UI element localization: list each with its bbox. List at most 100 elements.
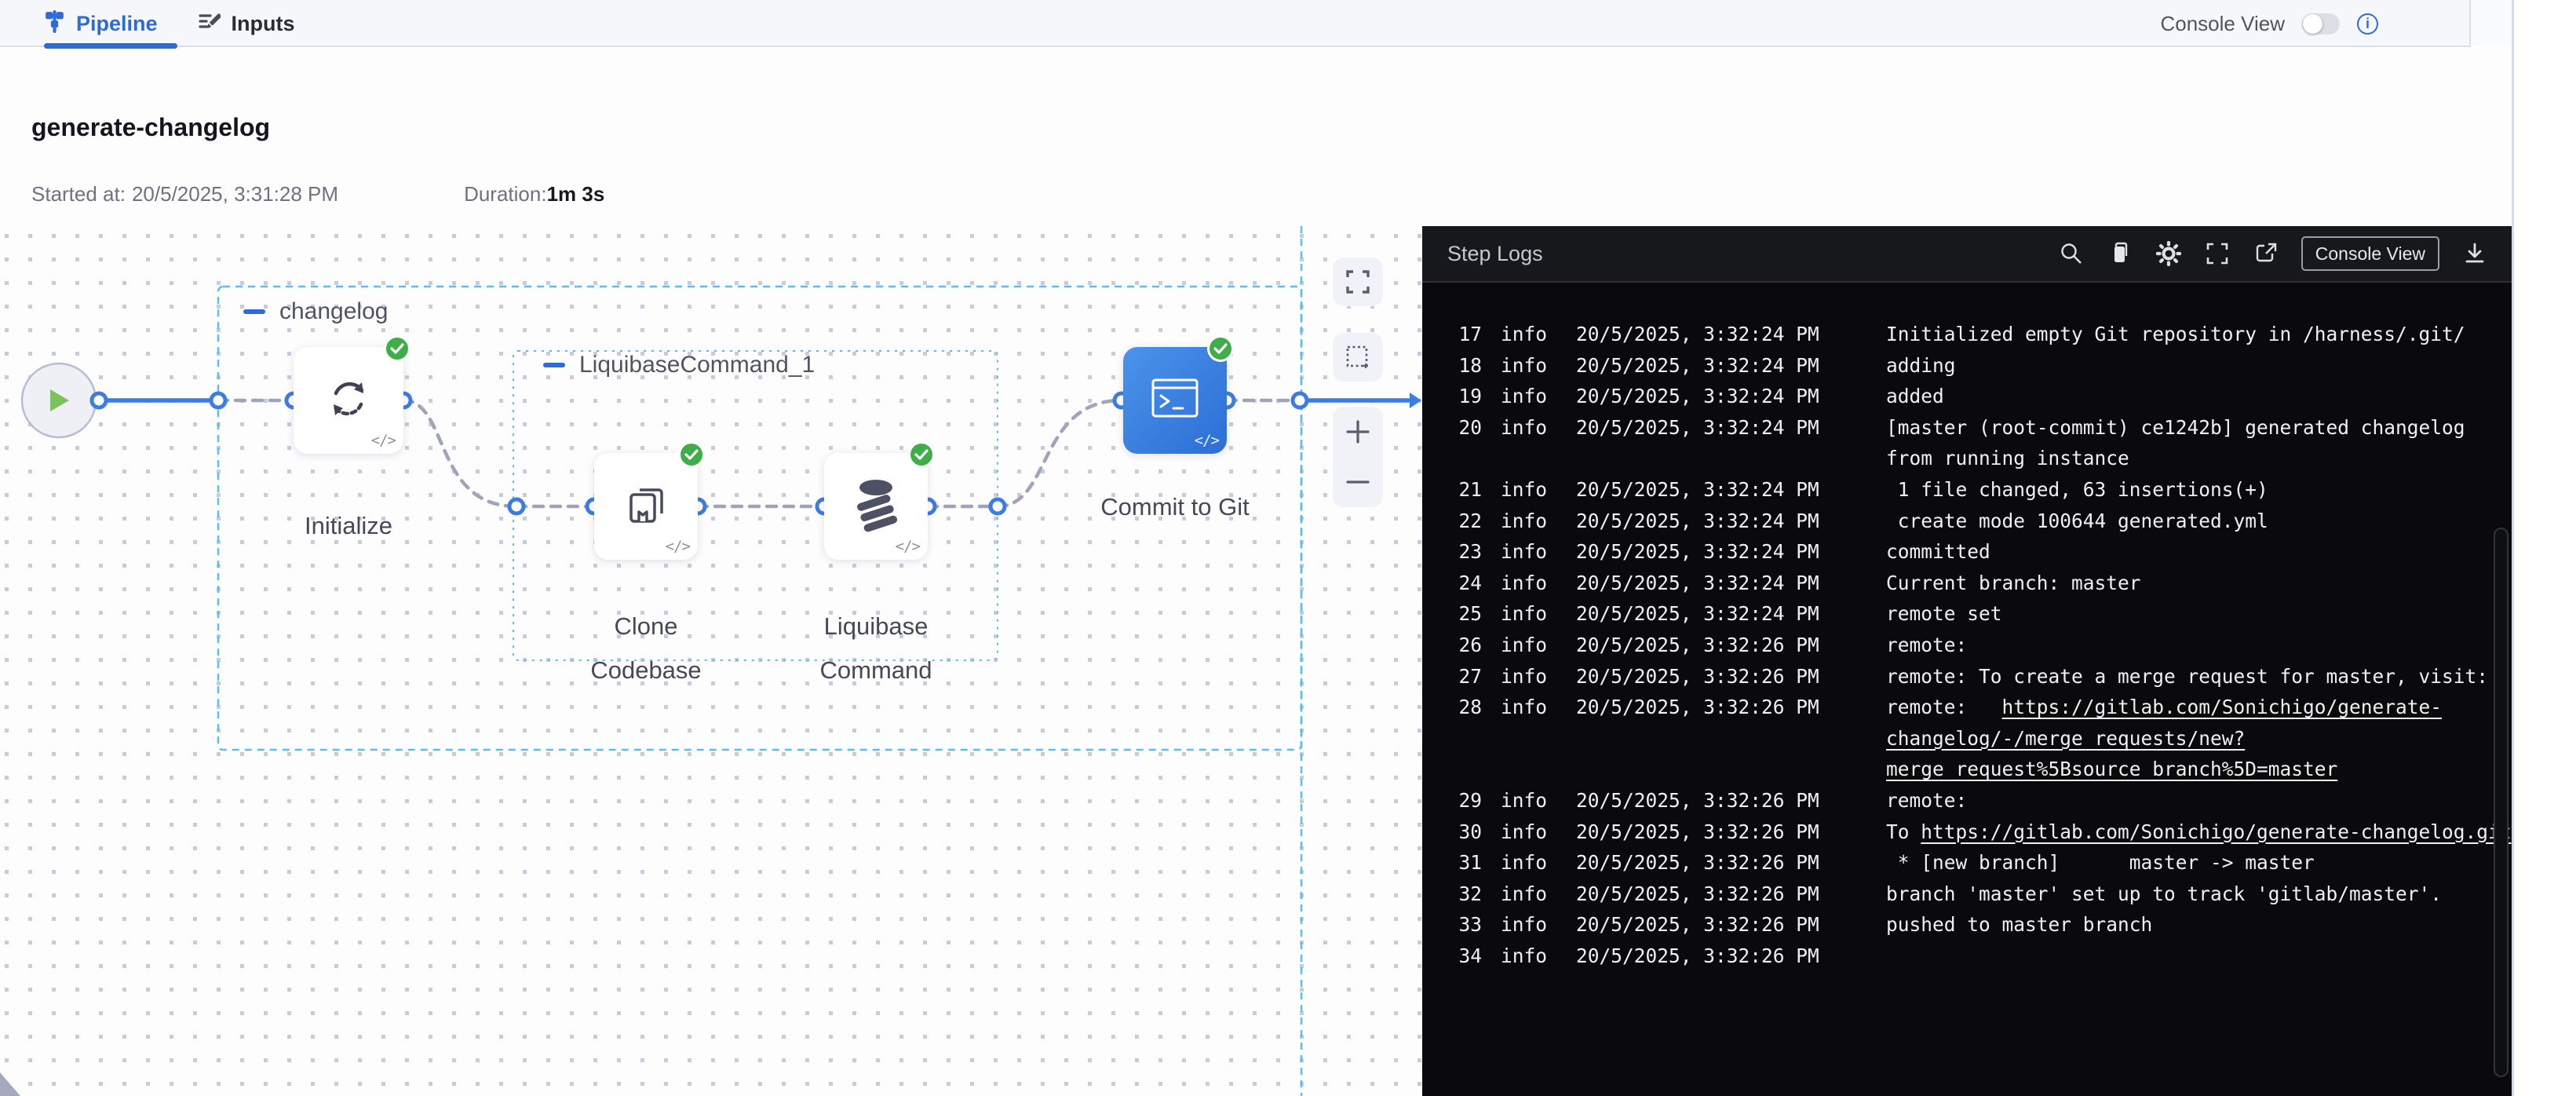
log-level: info [1501, 598, 1563, 630]
log-line-number: 27 [1457, 661, 1482, 692]
log-line-number: 23 [1457, 536, 1482, 568]
log-level: info [1501, 692, 1563, 723]
log-message: create mode 100644 generated.yml [1886, 506, 2512, 537]
expand-logs-icon[interactable] [2204, 240, 2231, 267]
log-timestamp: 20/5/2025, 3:32:26 PM [1576, 909, 1874, 941]
tab-pipeline[interactable]: Pipeline [44, 0, 158, 47]
pipeline-name: generate-changelog [31, 113, 270, 142]
log-line-number: 33 [1457, 909, 1482, 941]
log-message: adding [1886, 350, 2512, 382]
log-level: info [1501, 661, 1563, 692]
group-name[interactable]: LiquibaseCommand_1 [579, 352, 815, 378]
log-row: 18info20/5/2025, 3:32:24 PMadding [1457, 350, 2512, 382]
log-timestamp: 20/5/2025, 3:32:26 PM [1576, 817, 1874, 848]
download-logs-icon[interactable] [2461, 240, 2488, 267]
zoom-out-button[interactable] [1345, 469, 1371, 495]
log-text: remote: [1886, 634, 1967, 656]
log-message: committed [1886, 536, 2512, 568]
log-timestamp: 20/5/2025, 3:32:24 PM [1576, 506, 1874, 537]
success-badge [908, 441, 935, 468]
log-message: Current branch: master [1886, 568, 2512, 599]
log-row: 21info20/5/2025, 3:32:24 PM 1 file chang… [1457, 474, 2512, 506]
log-lines: 17info20/5/2025, 3:32:24 PMInitialized e… [1422, 284, 2512, 1096]
execution-header: generate-changelog Started at: 20/5/2025… [0, 49, 2512, 226]
canvas-fullscreen-button[interactable] [1333, 258, 1383, 306]
open-in-new-icon[interactable] [2253, 240, 2279, 267]
log-timestamp: 20/5/2025, 3:32:26 PM [1576, 630, 1874, 661]
pipeline-tab-icon [44, 10, 65, 38]
node-clone-codebase[interactable]: </> [594, 453, 698, 560]
zoom-in-button[interactable] [1345, 418, 1371, 445]
tab-inputs-label: Inputs [232, 12, 295, 36]
duration-value: 1m 3s [547, 182, 605, 206]
log-text: create mode 100644 generated.yml [1886, 510, 2268, 532]
collapse-group-icon[interactable] [543, 363, 565, 367]
yaml-chip: </> [896, 538, 920, 555]
log-message: To https://gitlab.com/Sonichigo/generate… [1886, 817, 2512, 848]
log-text: * [new branch] master -> master [1886, 851, 2315, 874]
log-text: remote: To create a merge request for ma… [1886, 665, 2488, 688]
gear-icon[interactable] [2155, 240, 2182, 267]
log-timestamp: 20/5/2025, 3:32:24 PM [1576, 598, 1874, 630]
log-scrollbar-thumb[interactable] [2494, 528, 2508, 1077]
stage-name[interactable]: changelog [279, 298, 388, 325]
log-level: info [1501, 319, 1563, 350]
copy-icon[interactable] [2107, 240, 2133, 267]
log-text: 1 file changed, 63 insertions(+) [1886, 478, 2268, 501]
log-message: remote: https://gitlab.com/Sonichigo/gen… [1886, 692, 2512, 785]
log-link[interactable]: changelog/-/merge_requests/new? [1886, 727, 2245, 750]
log-text: remote: [1886, 789, 1967, 812]
pipeline-graph-canvas[interactable]: changelog LiquibaseCommand_1 </> Initial… [0, 226, 1422, 1096]
log-message: added [1886, 381, 2512, 412]
step-logs-header: Step Logs [1422, 226, 2512, 283]
log-row: 30info20/5/2025, 3:32:26 PMTo https://gi… [1457, 817, 2512, 848]
log-timestamp: 20/5/2025, 3:32:26 PM [1576, 661, 1874, 692]
log-level: info [1501, 412, 1563, 444]
log-level: info [1501, 941, 1563, 972]
log-text: branch 'master' set up to track 'gitlab/… [1886, 882, 2442, 905]
log-row: 17info20/5/2025, 3:32:24 PMInitialized e… [1457, 319, 2512, 350]
console-view-button[interactable]: Console View [2301, 236, 2439, 271]
log-level: info [1501, 847, 1563, 879]
group-label-liquibasecommand: LiquibaseCommand_1 [543, 352, 815, 378]
log-level: info [1501, 785, 1563, 817]
canvas-zoom-panel [1333, 407, 1383, 507]
log-link[interactable]: https://gitlab.com/Sonichigo/generate- [2002, 696, 2443, 718]
canvas-select-button[interactable] [1333, 333, 1383, 382]
log-row: 23info20/5/2025, 3:32:24 PMcommitted [1457, 536, 2512, 568]
node-initialize[interactable]: </> [294, 347, 403, 454]
search-icon[interactable] [2058, 240, 2085, 267]
node-liquibase-command[interactable]: </> [824, 453, 928, 560]
log-link[interactable]: https://gitlab.com/Sonichigo/generate-ch… [1921, 820, 2511, 843]
duration-label: Duration: [464, 182, 547, 206]
log-level: info [1501, 381, 1563, 412]
log-line-number: 25 [1457, 598, 1482, 630]
log-text: pushed to master branch [1886, 913, 2152, 936]
log-text: remote set [1886, 602, 2002, 625]
log-message: 1 file changed, 63 insertions(+) [1886, 474, 2512, 506]
log-line-number: 18 [1457, 350, 1482, 382]
log-row: 24info20/5/2025, 3:32:24 PMCurrent branc… [1457, 568, 2512, 599]
log-text: committed [1886, 540, 1990, 563]
log-row: 20info20/5/2025, 3:32:24 PM[master (root… [1457, 412, 2512, 474]
canvas-corner-handle[interactable] [0, 1072, 20, 1096]
info-icon[interactable]: i [2357, 13, 2378, 35]
collapse-stage-icon[interactable] [243, 309, 265, 314]
log-line-number: 30 [1457, 817, 1482, 848]
node-label-liquibase-command: Liquibase Command [797, 605, 954, 692]
log-level: info [1501, 350, 1563, 382]
log-level: info [1501, 474, 1563, 506]
log-line-number: 26 [1457, 630, 1482, 661]
log-line-number: 28 [1457, 692, 1482, 723]
right-gutter [2512, 0, 2576, 1096]
console-view-toggle[interactable] [2302, 13, 2340, 35]
tab-inputs[interactable]: Inputs [199, 0, 295, 47]
log-line-number: 21 [1457, 474, 1482, 506]
log-link[interactable]: merge_request%5Bsource_branch%5D=master [1886, 758, 2337, 780]
node-commit-to-git[interactable]: </> [1123, 347, 1227, 454]
liquibase-icon [848, 475, 904, 539]
log-row: 19info20/5/2025, 3:32:24 PMadded [1457, 381, 2512, 412]
execution-meta: Started at: 20/5/2025, 3:31:28 PM Durati… [31, 182, 604, 206]
console-view-control: Console View i [2160, 0, 2378, 47]
yaml-chip: </> [666, 538, 690, 555]
